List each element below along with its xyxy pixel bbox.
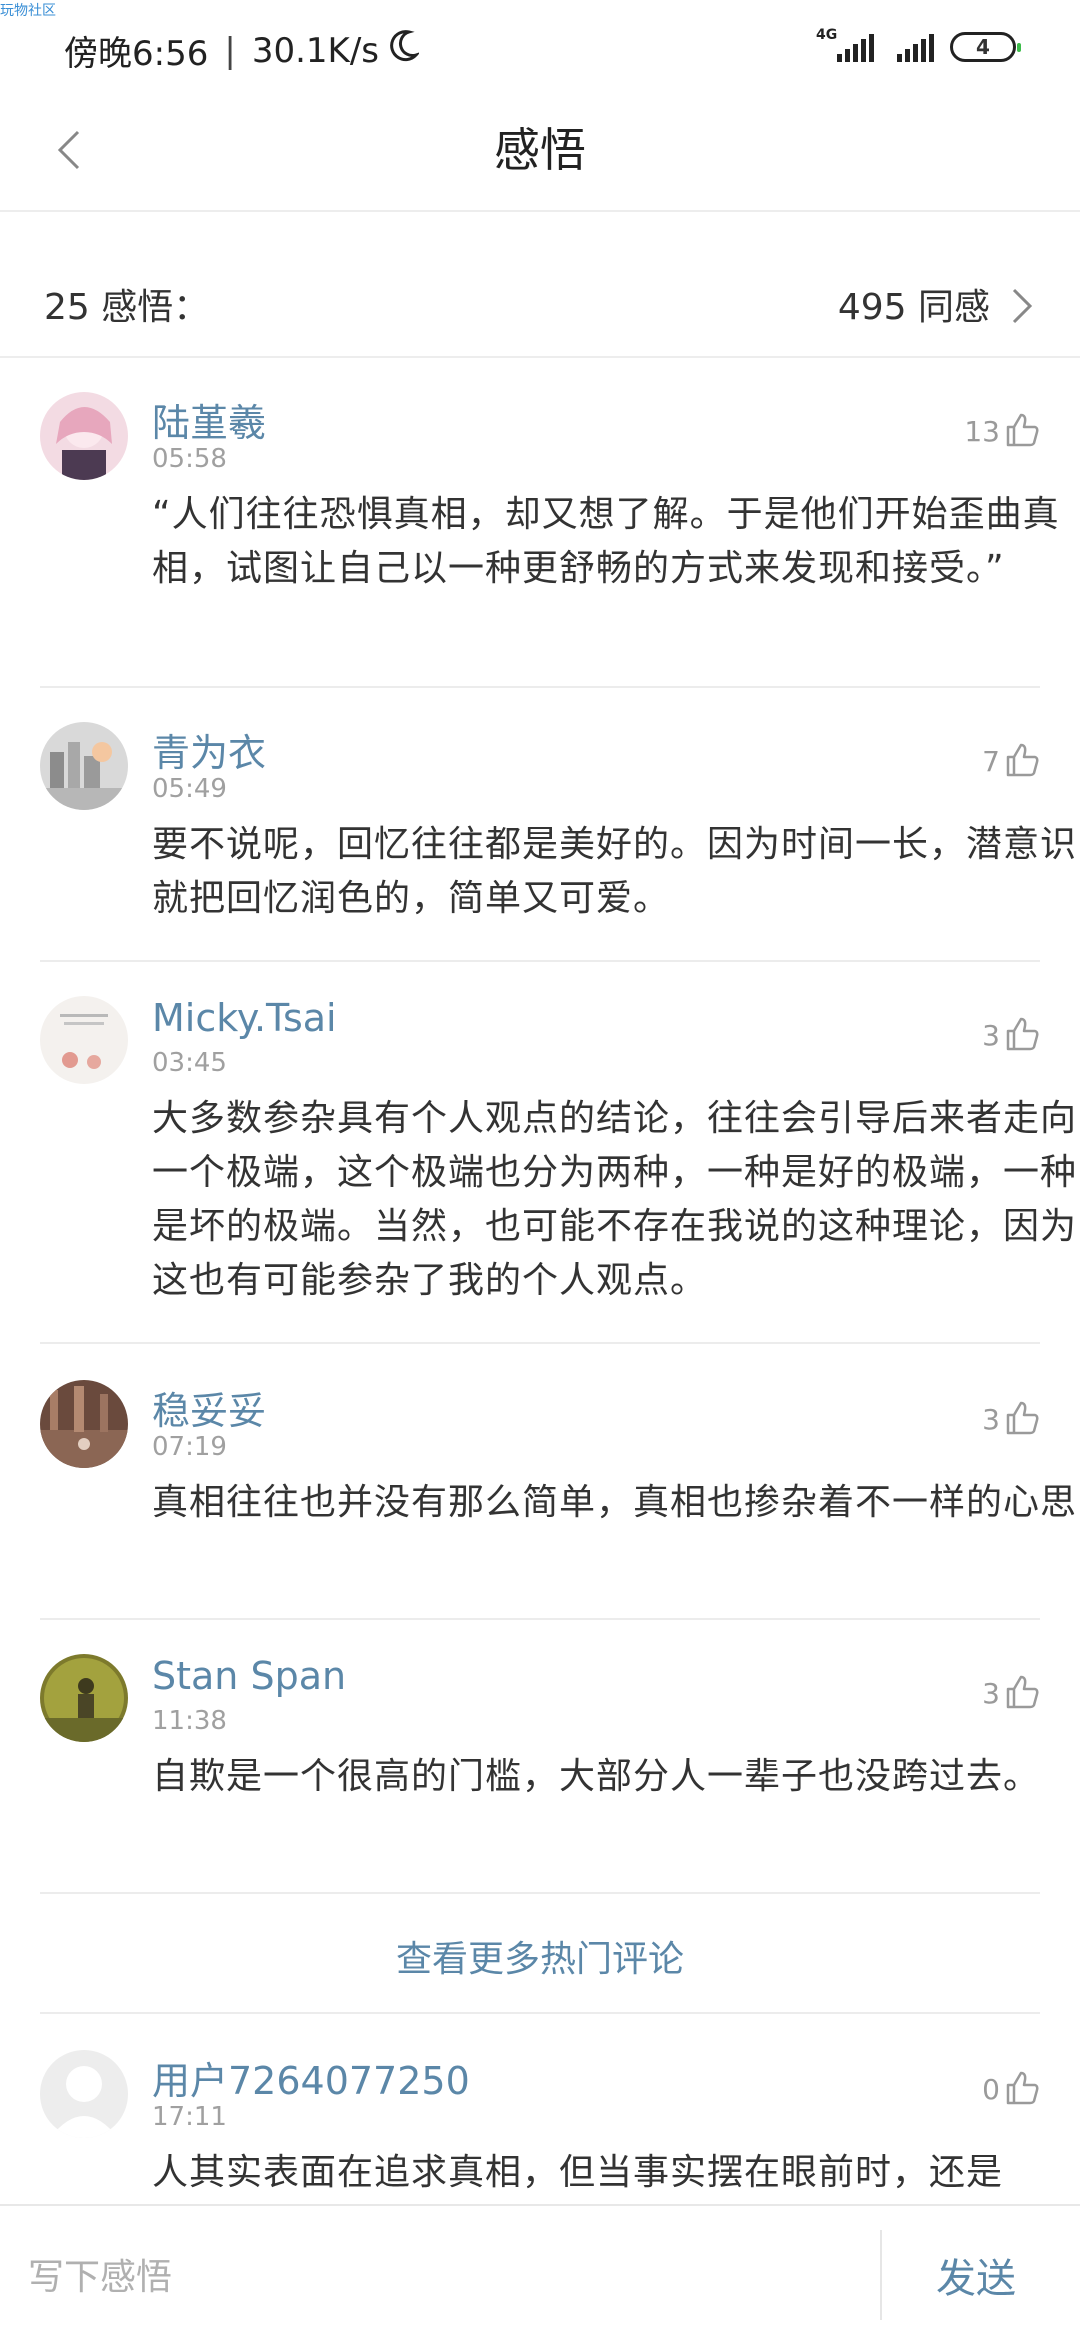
author-name[interactable]: 用户7264077250	[152, 2050, 470, 2105]
avatar[interactable]	[40, 722, 128, 810]
more-hot-comments-link[interactable]: 查看更多热门评论	[40, 1930, 1040, 1982]
like-count: 7	[982, 745, 1000, 778]
thumbs-up-icon	[1006, 2071, 1039, 2105]
comment-time: 17:11	[152, 2102, 227, 2132]
status-time: 傍晚6:56	[64, 34, 209, 74]
like-button[interactable]: 3	[982, 1674, 1040, 1710]
divider	[40, 1618, 1040, 1620]
comment-item: 青为衣 05:49 7 要不说呢，回忆往往都是美好的。因为时间一长，潜意识就把回…	[40, 722, 1076, 962]
signal-4g-icon: 4G	[816, 28, 874, 66]
like-count: 0	[982, 2073, 1000, 2106]
comment-text: “人们往往恐惧真相，却又想了解。于是他们开始歪曲真相，试图让自己以一种更舒畅的方…	[152, 494, 1060, 589]
like-count: 3	[982, 1677, 1000, 1710]
avatar[interactable]	[40, 1380, 128, 1468]
moon-icon	[389, 29, 421, 72]
like-button[interactable]: 0	[982, 2070, 1040, 2106]
like-button[interactable]: 7	[982, 742, 1040, 778]
screen: { "corner_tag": "玩物社区", "status_bar": { …	[0, 0, 1080, 2340]
like-button[interactable]: 3	[982, 1016, 1040, 1052]
comment-input-bar: 写下感悟 发送	[0, 2204, 1080, 2340]
avatar[interactable]	[40, 2050, 128, 2138]
thumbs-up-icon	[1006, 413, 1039, 447]
comment-time: 05:49	[152, 774, 227, 804]
like-button[interactable]: 13	[964, 412, 1040, 448]
thumbs-up-icon	[1006, 1017, 1039, 1051]
comment-text: 要不说呢，回忆往往都是美好的。因为时间一长，潜意识就把回忆润色的，简单又可爱。	[152, 824, 1078, 919]
divider	[40, 960, 1040, 962]
divider	[40, 2012, 1040, 2014]
avatar[interactable]	[40, 392, 128, 480]
divider	[40, 686, 1040, 688]
comment-time: 07:19	[152, 1432, 227, 1462]
battery-level: 4	[976, 35, 990, 59]
status-bar: 傍晚6:56 | 30.1K/s 4G 4	[0, 0, 1080, 96]
like-button[interactable]: 3	[982, 1400, 1040, 1436]
comment-text: 真相往往也并没有那么简单，真相也掺杂着不一样的心思	[152, 1482, 1078, 1523]
avatar[interactable]	[40, 1654, 128, 1742]
comment-text: 大多数参杂具有个人观点的结论，往往会引导后来者走向一个极端，这个极端也分为两种，…	[152, 1098, 1078, 1301]
chevron-right-icon	[1002, 276, 1042, 340]
status-separator: |	[224, 30, 236, 71]
thumbs-up-icon	[1006, 743, 1039, 777]
comment-count: 25 感悟：	[44, 287, 210, 328]
author-name[interactable]: 陆堇羲	[152, 392, 266, 447]
divider	[880, 2230, 882, 2320]
comment-time: 05:58	[152, 444, 227, 474]
comment-text: 人其实表面在追求真相，但当事实摆在眼前时，还是	[152, 2152, 1004, 2193]
like-count: 3	[982, 1403, 1000, 1436]
like-count: 3	[982, 1019, 1000, 1052]
thumbs-up-icon	[1006, 1401, 1039, 1435]
author-name[interactable]: Micky.Tsai	[152, 996, 337, 1040]
signal-icon	[890, 28, 934, 66]
comment-time: 11:38	[152, 1706, 227, 1736]
nav-bar: 感悟	[0, 96, 1080, 212]
author-name[interactable]: 稳妥妥	[152, 1380, 266, 1435]
divider	[40, 1892, 1040, 1894]
thumbs-up-icon	[1006, 1675, 1039, 1709]
comment-item: 稳妥妥 07:19 3 真相往往也并没有那么简单，真相也掺杂着不一样的心思	[40, 1380, 1076, 1620]
comment-input[interactable]: 写下感悟	[28, 2248, 172, 2300]
network-speed: 30.1K/s	[251, 30, 379, 71]
agree-count: 495 同感	[837, 287, 990, 328]
comment-time: 03:45	[152, 1048, 227, 1078]
page-title: 感悟	[494, 123, 586, 177]
summary-row[interactable]: 25 感悟： 495 同感	[0, 256, 1080, 358]
send-button[interactable]: 发送	[936, 2246, 1016, 2304]
divider	[40, 1342, 1040, 1344]
comment-item: Stan Span 11:38 3 自欺是一个很高的门槛，大部分人一辈子也没跨过…	[40, 1654, 1040, 1894]
avatar[interactable]	[40, 996, 128, 1084]
author-name[interactable]: 青为衣	[152, 722, 266, 777]
comment-text: 自欺是一个很高的门槛，大部分人一辈子也没跨过去。	[152, 1756, 1041, 1797]
battery-icon: 4	[950, 32, 1021, 62]
comment-item: Micky.Tsai 03:45 3 大多数参杂具有个人观点的结论，往往会引导后…	[40, 996, 1076, 1344]
like-count: 13	[964, 415, 1000, 448]
author-name[interactable]: Stan Span	[152, 1654, 346, 1698]
comment-item: 陆堇羲 05:58 13 “人们往往恐惧真相，却又想了解。于是他们开始歪曲真相，…	[40, 392, 1059, 688]
